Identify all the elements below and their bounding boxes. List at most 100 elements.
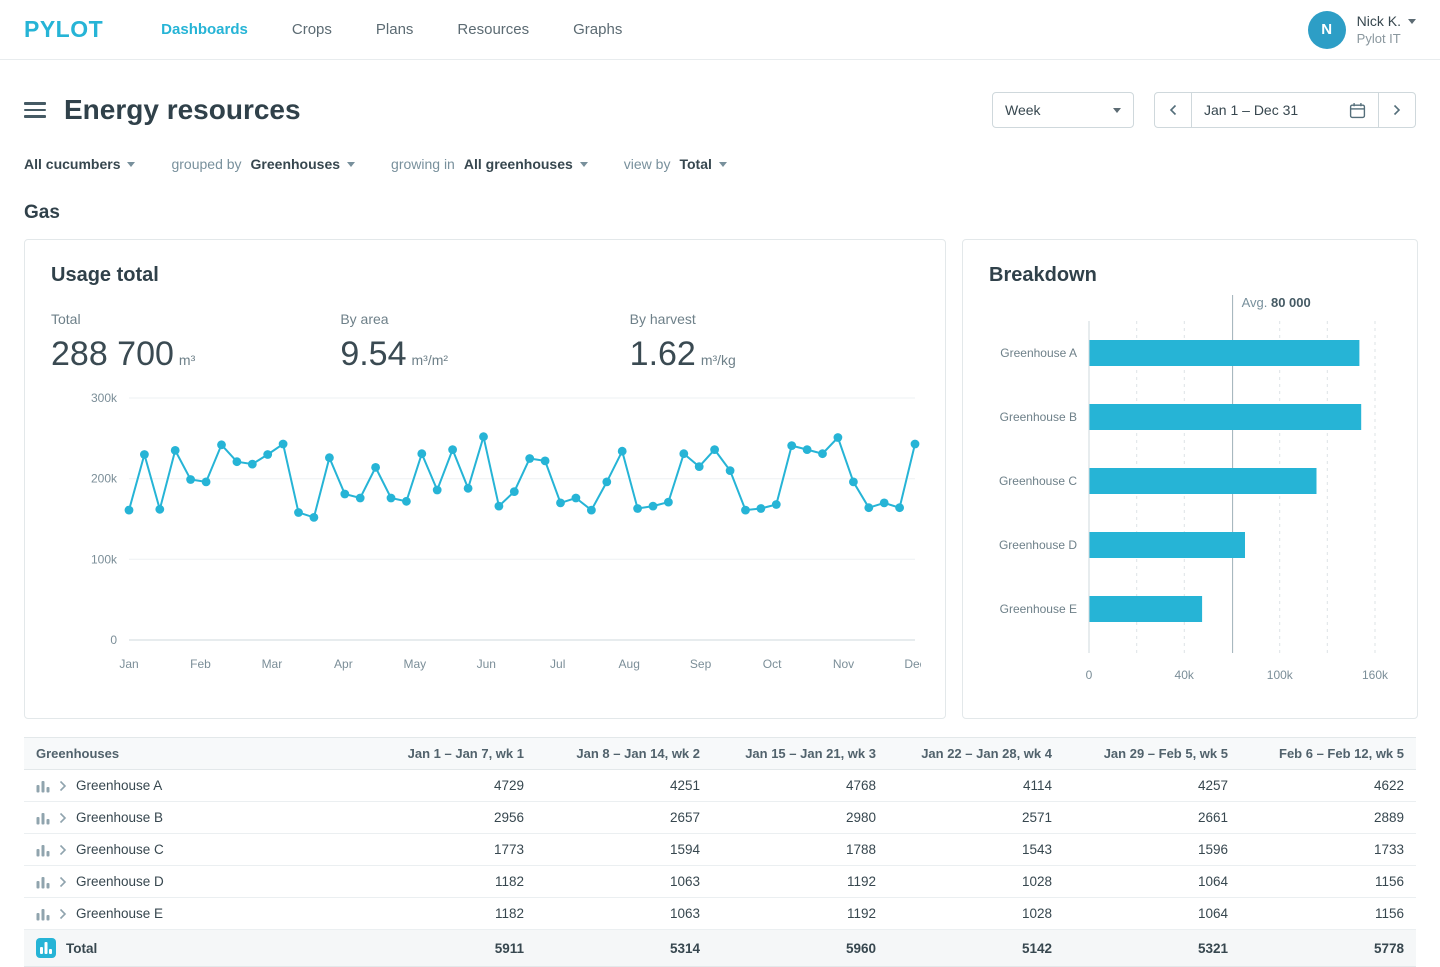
value-cell: 4768 [712, 770, 888, 802]
growing-in-value: All greenhouses [464, 156, 573, 172]
page-title: Energy resources [64, 94, 301, 126]
value-cell: 1182 [360, 866, 536, 898]
section-title-gas: Gas [24, 202, 1416, 224]
svg-text:Greenhouse D: Greenhouse D [999, 538, 1077, 552]
user-org: Pylot IT [1357, 31, 1416, 46]
breakdown-bar-chart[interactable]: Avg. 80 000Greenhouse AGreenhouse BGreen… [989, 291, 1391, 691]
grouped-by-filter[interactable]: Greenhouses [251, 156, 355, 172]
stat-by-area: By area 9.54 m³/m² [340, 311, 629, 374]
svg-text:Greenhouse A: Greenhouse A [1000, 346, 1077, 360]
user-name: Nick K. [1357, 13, 1401, 29]
date-range-label: Jan 1 – Dec 31 [1204, 102, 1298, 118]
svg-text:Jan: Jan [119, 657, 138, 671]
value-cell: 1063 [536, 898, 712, 930]
value-cell: 4257 [1064, 770, 1240, 802]
chevron-right-icon[interactable] [59, 780, 67, 792]
svg-text:Aug: Aug [619, 657, 640, 671]
bar-chart-icon[interactable] [36, 875, 50, 889]
chevron-down-icon [580, 162, 588, 167]
svg-text:Apr: Apr [334, 657, 353, 671]
svg-text:Jun: Jun [477, 657, 496, 671]
total-chart-icon [36, 938, 56, 958]
view-by-filter[interactable]: Total [679, 156, 726, 172]
chevron-right-icon[interactable] [59, 908, 67, 920]
nav-item-plans[interactable]: Plans [376, 21, 414, 38]
filter-bar: All cucumbers grouped by Greenhouses gro… [24, 156, 1416, 172]
svg-text:Nov: Nov [833, 657, 854, 671]
menu-icon[interactable] [24, 100, 46, 120]
nav-item-resources[interactable]: Resources [457, 21, 529, 38]
chevron-down-icon [719, 162, 727, 167]
stat-value: 1.62 [630, 335, 696, 373]
crop-filter[interactable]: All cucumbers [24, 156, 135, 172]
column-header: Jan 15 – Jan 21, wk 3 [712, 738, 888, 770]
avatar[interactable]: N [1308, 11, 1346, 49]
table-row: Greenhouse E118210631192102810641156 [24, 898, 1416, 930]
greenhouse-name: Greenhouse E [76, 906, 163, 921]
total-value-cell: 5960 [712, 930, 888, 967]
period-select[interactable]: Week [992, 92, 1134, 128]
chevron-down-icon [1408, 19, 1416, 24]
value-cell: 1596 [1064, 834, 1240, 866]
bar-chart-icon[interactable] [36, 779, 50, 793]
crop-filter-value: All cucumbers [24, 156, 120, 172]
value-cell: 1182 [360, 898, 536, 930]
stat-label: By area [340, 311, 629, 327]
stat-value: 9.54 [340, 335, 406, 373]
top-nav-bar: PYLOT Dashboards Crops Plans Resources G… [0, 0, 1440, 60]
breakdown-card-title: Breakdown [989, 264, 1391, 287]
svg-text:Oct: Oct [763, 657, 782, 671]
chevron-right-icon[interactable] [59, 812, 67, 824]
bar-chart-icon[interactable] [36, 907, 50, 921]
view-by-value: Total [679, 156, 711, 172]
greenhouse-name: Greenhouse C [76, 842, 164, 857]
growing-in-label: growing in [391, 156, 455, 172]
next-period-button[interactable] [1378, 92, 1416, 128]
greenhouse-name: Greenhouse B [76, 810, 163, 825]
column-header: Jan 22 – Jan 28, wk 4 [888, 738, 1064, 770]
greenhouse-name: Greenhouse D [76, 874, 164, 889]
nav-item-dashboards[interactable]: Dashboards [161, 21, 248, 38]
nav-item-graphs[interactable]: Graphs [573, 21, 622, 38]
stat-value: 288 700 [51, 335, 174, 373]
page-content: Energy resources Week Jan 1 – Dec 31 [0, 60, 1440, 967]
value-cell: 2661 [1064, 802, 1240, 834]
main-nav: Dashboards Crops Plans Resources Graphs [161, 21, 622, 38]
usage-line-chart[interactable]: 0100k200k300kJanFebMarAprMayJunJulAugSep… [51, 386, 921, 676]
value-cell: 4251 [536, 770, 712, 802]
value-cell: 1028 [888, 866, 1064, 898]
svg-text:Greenhouse E: Greenhouse E [1000, 602, 1077, 616]
stat-unit: m³/m² [412, 352, 449, 368]
value-cell: 4622 [1240, 770, 1416, 802]
nav-item-crops[interactable]: Crops [292, 21, 332, 38]
chevron-right-icon[interactable] [59, 876, 67, 888]
chevron-down-icon [127, 162, 135, 167]
bar-chart-icon[interactable] [36, 843, 50, 857]
chevron-right-icon[interactable] [59, 844, 67, 856]
stat-label: Total [51, 311, 340, 327]
user-menu[interactable]: N Nick K. Pylot IT [1308, 11, 1416, 49]
bar-chart-icon[interactable] [36, 811, 50, 825]
date-range-control: Jan 1 – Dec 31 [1154, 92, 1416, 128]
value-cell: 1028 [888, 898, 1064, 930]
stat-label: By harvest [630, 311, 919, 327]
chevron-left-icon [1169, 104, 1177, 116]
value-cell: 1192 [712, 866, 888, 898]
svg-text:Dec: Dec [904, 657, 921, 671]
column-header: Greenhouses [24, 738, 360, 770]
value-cell: 2980 [712, 802, 888, 834]
prev-period-button[interactable] [1154, 92, 1192, 128]
date-range-picker[interactable]: Jan 1 – Dec 31 [1191, 92, 1379, 128]
greenhouse-table: GreenhousesJan 1 – Jan 7, wk 1Jan 8 – Ja… [24, 737, 1416, 967]
growing-in-filter[interactable]: All greenhouses [464, 156, 588, 172]
view-by-label: view by [624, 156, 671, 172]
stat-unit: m³/kg [701, 352, 736, 368]
total-value-cell: 5142 [888, 930, 1064, 967]
usage-total-card: Usage total Total 288 700m³ By area 9.54… [24, 239, 946, 719]
svg-text:0: 0 [1086, 668, 1093, 682]
svg-text:160k: 160k [1362, 668, 1389, 682]
column-header: Jan 1 – Jan 7, wk 1 [360, 738, 536, 770]
usage-stats: Total 288 700m³ By area 9.54m³/m² By har… [51, 311, 919, 374]
chevron-down-icon [1113, 108, 1121, 113]
pylot-logo[interactable]: PYLOT [24, 16, 103, 43]
